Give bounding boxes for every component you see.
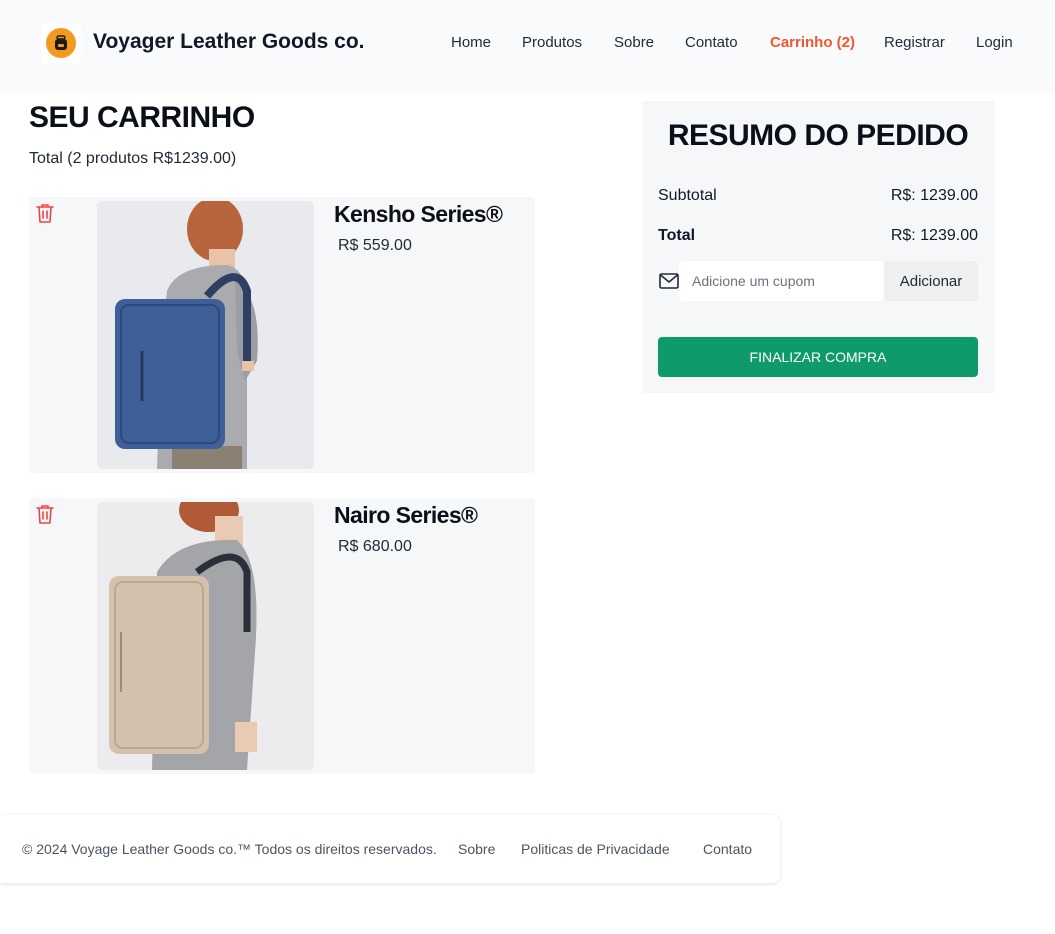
- subtotal-row: Subtotal R$: 1239.00: [658, 187, 978, 205]
- nav-carrinho[interactable]: Carrinho (2): [770, 34, 855, 51]
- product-image: [97, 502, 314, 770]
- total-label: Total: [658, 227, 696, 244]
- cart-title: SEU CARRINHO: [29, 101, 255, 134]
- nav-sobre[interactable]: Sobre: [614, 34, 654, 51]
- cart-item: Kensho Series® R$ 559.00: [29, 197, 535, 473]
- summary-title: RESUMO DO PEDIDO: [667, 119, 969, 152]
- coupon-input[interactable]: [679, 261, 884, 301]
- subtotal-label: Subtotal: [658, 187, 717, 204]
- logo-badge: [46, 28, 76, 58]
- product-name[interactable]: Nairo Series®: [334, 502, 478, 529]
- product-price: R$ 680.00: [338, 538, 412, 555]
- cart-item: Nairo Series® R$ 680.00: [29, 498, 535, 774]
- add-coupon-button[interactable]: Adicionar: [884, 261, 978, 301]
- checkout-button[interactable]: FINALIZAR COMPRA: [658, 337, 978, 377]
- backpack-icon: [55, 35, 67, 50]
- total-row: Total R$: 1239.00: [658, 227, 978, 245]
- mail-icon: [659, 273, 679, 289]
- nav-contato[interactable]: Contato: [685, 34, 738, 51]
- nav-produtos[interactable]: Produtos: [522, 34, 582, 51]
- trash-icon[interactable]: [36, 203, 54, 223]
- product-price: R$ 559.00: [338, 237, 412, 254]
- site-header: Voyager Leather Goods co. Home Produtos …: [0, 0, 1055, 93]
- nav-registrar[interactable]: Registrar: [884, 34, 945, 51]
- brand-name[interactable]: Voyager Leather Goods co.: [93, 30, 365, 54]
- footer-link-sobre[interactable]: Sobre: [458, 841, 495, 857]
- product-name[interactable]: Kensho Series®: [334, 201, 503, 228]
- trash-icon[interactable]: [36, 504, 54, 524]
- product-image: [97, 201, 314, 469]
- backpack-logo-icon[interactable]: [41, 23, 81, 63]
- footer-link-privacidade[interactable]: Politicas de Privacidade: [521, 841, 670, 857]
- nav-home[interactable]: Home: [451, 34, 491, 51]
- subtotal-value: R$: 1239.00: [890, 187, 978, 204]
- footer-link-contato[interactable]: Contato: [703, 841, 752, 857]
- total-value: R$: 1239.00: [890, 227, 978, 244]
- nav-login[interactable]: Login: [976, 34, 1013, 51]
- site-footer: © 2024 Voyage Leather Goods co.™ Todos o…: [0, 815, 780, 883]
- cart-total-text: Total (2 produtos R$1239.00): [29, 150, 237, 167]
- footer-copyright: © 2024 Voyage Leather Goods co.™ Todos o…: [22, 841, 437, 857]
- order-summary: RESUMO DO PEDIDO Subtotal R$: 1239.00 To…: [642, 101, 994, 393]
